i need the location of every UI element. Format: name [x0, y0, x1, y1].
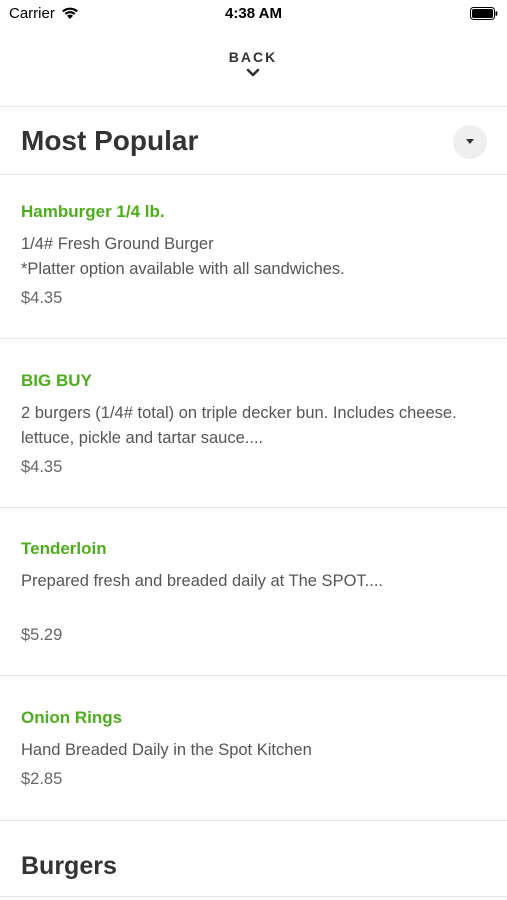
divider — [0, 338, 507, 339]
status-time: 4:38 AM — [225, 5, 282, 22]
battery-icon — [470, 7, 498, 20]
back-button[interactable]: BACK — [203, 48, 303, 92]
section-title-burgers: Burgers — [21, 852, 117, 880]
status-bar: Carrier 4:38 AM — [0, 0, 507, 28]
divider — [0, 106, 507, 107]
item-price: $2.85 — [21, 770, 63, 788]
item-name: Hamburger 1/4 lb. — [21, 202, 165, 221]
section-title-most-popular: Most Popular — [21, 125, 199, 156]
divider — [0, 507, 507, 508]
item-description: Hand Breaded Daily in the Spot Kitchen — [21, 741, 312, 759]
item-price: $4.35 — [21, 458, 63, 476]
item-description: Prepared fresh and breaded daily at The … — [21, 572, 383, 590]
divider — [0, 896, 507, 897]
item-name: Tenderloin — [21, 539, 107, 558]
divider — [0, 174, 507, 175]
item-price: $4.35 — [21, 289, 63, 307]
divider — [0, 820, 507, 821]
item-description: 2 burgers (1/4# total) on triple decker … — [21, 404, 457, 447]
divider — [0, 675, 507, 676]
caret-down-icon — [466, 139, 474, 144]
menu-item-onion-rings[interactable]: Onion Rings Hand Breaded Daily in the Sp… — [0, 708, 507, 820]
screen: Carrier 4:38 AM BACK Most Popular Hambur… — [0, 0, 507, 900]
chevron-down-icon — [246, 68, 260, 77]
item-name: Onion Rings — [21, 708, 123, 727]
item-price: $5.29 — [21, 626, 63, 644]
menu-item-big-buy[interactable]: BIG BUY 2 burgers (1/4# total) on triple… — [0, 371, 507, 507]
back-label: BACK — [228, 49, 278, 65]
item-name: BIG BUY — [21, 371, 92, 390]
menu-item-tenderloin[interactable]: Tenderloin Prepared fresh and breaded da… — [0, 539, 507, 675]
section-dropdown-button[interactable] — [453, 125, 487, 159]
menu-item-hamburger[interactable]: Hamburger 1/4 lb. 1/4# Fresh Ground Burg… — [0, 202, 507, 338]
item-description: 1/4# Fresh Ground Burger *Platter option… — [21, 235, 345, 278]
